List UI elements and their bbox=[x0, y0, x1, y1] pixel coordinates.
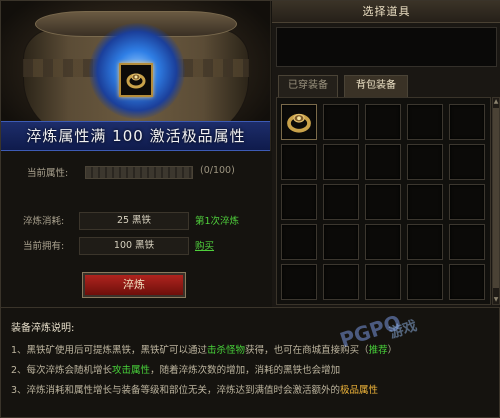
inventory-slot[interactable] bbox=[365, 184, 401, 220]
panel-title: 选择道具 bbox=[272, 1, 500, 23]
inventory-slot[interactable] bbox=[365, 264, 401, 300]
inventory-slot[interactable] bbox=[407, 104, 443, 140]
instruction-line-2: 2、每次淬炼会随机增长攻击属性，随着淬炼次数的增加，消耗的黑铁也会增加 bbox=[11, 365, 341, 376]
inventory-slot[interactable] bbox=[323, 184, 359, 220]
instruction-line-3: 3、淬炼消耗和属性增长与装备等级和部位无关，淬炼达到满值时会激活额外的极品属性 bbox=[11, 385, 379, 396]
inventory-slot[interactable] bbox=[323, 104, 359, 140]
ring-icon bbox=[126, 73, 146, 89]
inventory-slot[interactable] bbox=[449, 224, 485, 260]
current-attr-label: 当前属性: bbox=[27, 168, 69, 179]
selected-item-box bbox=[276, 27, 497, 67]
tab-equipped[interactable]: 已穿装备 bbox=[278, 75, 338, 97]
inventory-scrollbar[interactable]: ▲ ▼ bbox=[492, 97, 500, 305]
refine-item-slot[interactable] bbox=[119, 63, 153, 97]
refine-count: 第1次淬炼 bbox=[195, 216, 240, 227]
inventory-slot[interactable] bbox=[323, 144, 359, 180]
scroll-up-icon[interactable]: ▲ bbox=[493, 98, 499, 106]
refine-scene: 淬炼属性满 100 激活极品属性 bbox=[1, 1, 271, 151]
instructions-heading: 装备淬炼说明: bbox=[11, 323, 75, 334]
inventory-slot[interactable] bbox=[281, 144, 317, 180]
inventory-slot[interactable] bbox=[281, 264, 317, 300]
kill-monster-link[interactable]: 击杀怪物 bbox=[207, 345, 245, 356]
inventory-slot[interactable] bbox=[323, 224, 359, 260]
inventory-slot[interactable] bbox=[407, 224, 443, 260]
tab-bag[interactable]: 背包装备 bbox=[344, 75, 408, 97]
refine-button[interactable]: 淬炼 bbox=[82, 272, 186, 298]
instruction-line-1: 1、黑铁矿使用后可提炼黑铁，黑铁矿可以通过击杀怪物获得，也可在商城直接购买（推荐… bbox=[11, 345, 398, 356]
buy-link[interactable]: 购买 bbox=[195, 238, 214, 252]
inventory-grid bbox=[276, 97, 491, 305]
premium-attr-text: 极品属性 bbox=[340, 385, 379, 396]
scroll-thumb[interactable] bbox=[493, 108, 499, 288]
inventory-slot[interactable] bbox=[407, 264, 443, 300]
inventory-slot[interactable] bbox=[449, 104, 485, 140]
cost-label: 淬炼消耗: bbox=[23, 216, 65, 227]
inventory-slot[interactable] bbox=[365, 144, 401, 180]
inventory-slot[interactable] bbox=[407, 184, 443, 220]
attr-progress-bar bbox=[85, 166, 193, 179]
attack-attr-link[interactable]: 攻击属性 bbox=[112, 365, 150, 376]
cost-field: 25 黑铁 bbox=[79, 212, 189, 230]
owned-label: 当前拥有: bbox=[23, 241, 65, 252]
inventory-slot[interactable] bbox=[449, 184, 485, 220]
refine-instructions: 装备淬炼说明: 1、黑铁矿使用后可提炼黑铁，黑铁矿可以通过击杀怪物获得，也可在商… bbox=[11, 319, 491, 402]
banner-text: 淬炼属性满 100 激活极品属性 bbox=[1, 121, 270, 151]
scroll-down-icon[interactable]: ▼ bbox=[493, 296, 499, 304]
inventory-slot[interactable] bbox=[449, 144, 485, 180]
inventory-slot[interactable] bbox=[281, 184, 317, 220]
refine-window: 淬炼属性满 100 激活极品属性 当前属性: (0/100) 淬炼消耗: 25 … bbox=[0, 0, 500, 418]
inventory-slot[interactable] bbox=[407, 144, 443, 180]
inventory-slot[interactable] bbox=[449, 264, 485, 300]
attr-progress-text: (0/100) bbox=[200, 165, 235, 176]
inventory-slot[interactable] bbox=[281, 104, 317, 140]
owned-field: 100 黑铁 bbox=[79, 237, 189, 255]
inventory-slot[interactable] bbox=[281, 224, 317, 260]
inventory-slot[interactable] bbox=[323, 264, 359, 300]
recommend-link[interactable]: 推荐 bbox=[369, 345, 388, 356]
inventory-slot[interactable] bbox=[365, 224, 401, 260]
inventory-slot[interactable] bbox=[365, 104, 401, 140]
item-select-panel: 选择道具 已穿装备 背包装备 ▲ ▼ bbox=[272, 1, 500, 307]
section-divider bbox=[1, 307, 500, 308]
ring-icon bbox=[287, 113, 311, 133]
